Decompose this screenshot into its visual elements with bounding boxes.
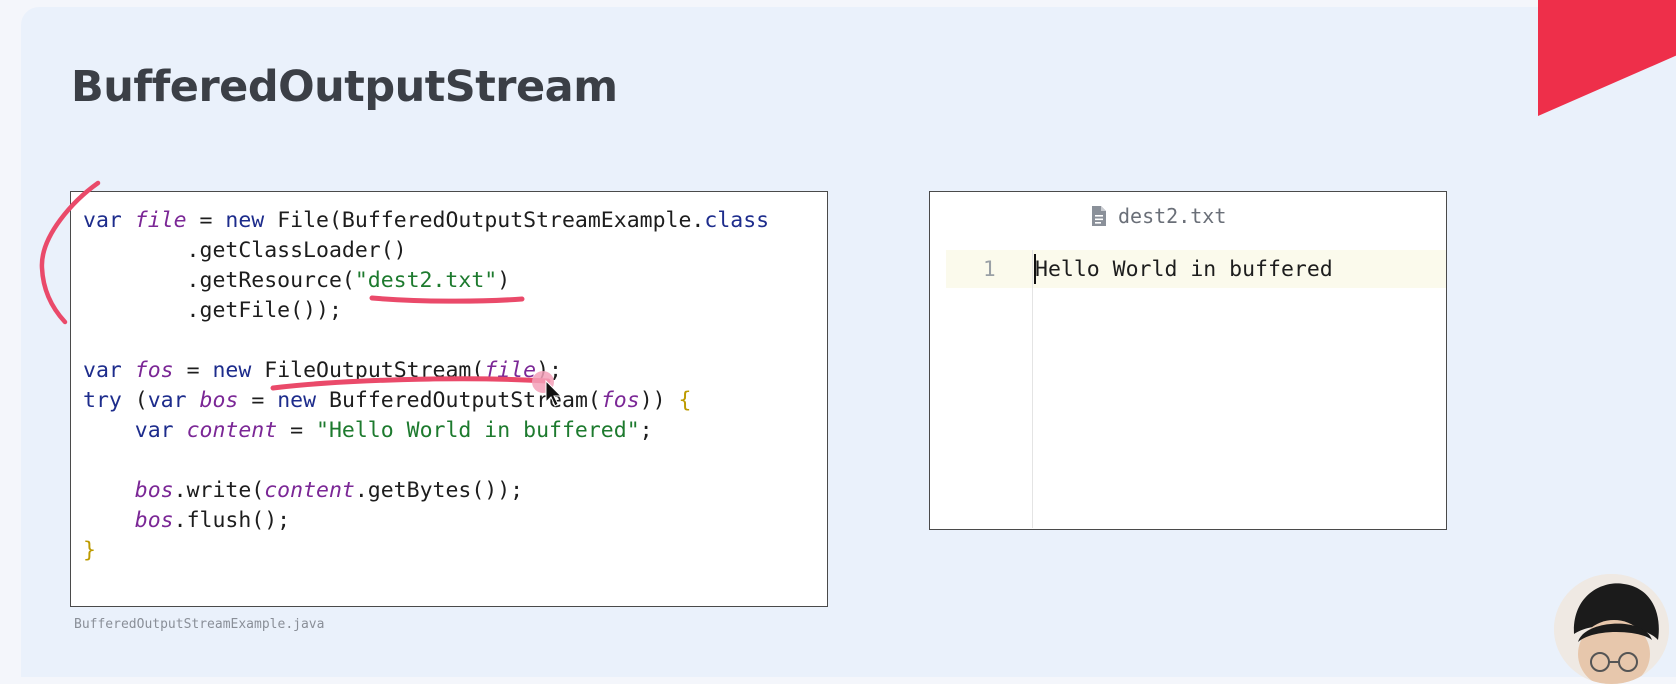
code-line: bos.write(content.getBytes()); <box>134 478 524 503</box>
presenter-webcam <box>1554 574 1669 684</box>
code-line: .getClassLoader() <box>83 238 407 263</box>
slide-title: BufferedOutputStream <box>71 62 618 112</box>
code-line: var file = new File(BufferedOutputStream… <box>83 208 770 233</box>
code-line: .getResource("dest2.txt") <box>83 268 511 293</box>
code-line: bos.flush(); <box>134 508 291 533</box>
code-line: var content = "Hello World in buffered"; <box>134 418 653 443</box>
text-caret <box>1034 254 1036 284</box>
code-block: var file = new File(BufferedOutputStream… <box>83 206 769 566</box>
code-line: ​ <box>83 326 769 356</box>
file-icon <box>1092 206 1106 226</box>
code-line: .getFile()); <box>83 298 342 323</box>
code-line: } <box>83 538 96 563</box>
gutter-divider <box>1032 250 1033 528</box>
code-panel: var file = new File(BufferedOutputStream… <box>70 191 828 607</box>
code-line: try (var bos = new BufferedOutputStream(… <box>83 388 692 413</box>
file-tab[interactable]: dest2.txt <box>1090 204 1226 228</box>
file-line-text[interactable]: Hello World in buffered <box>1035 257 1333 282</box>
code-filename-caption: BufferedOutputStreamExample.java <box>74 617 325 632</box>
file-tab-label: dest2.txt <box>1118 204 1227 228</box>
code-line: var fos = new FileOutputStream(file); <box>83 358 562 383</box>
line-number: 1 <box>983 257 996 281</box>
file-editor-panel: dest2.txt 1 Hello World in buffered <box>929 191 1447 530</box>
code-line: ​ <box>83 446 769 476</box>
